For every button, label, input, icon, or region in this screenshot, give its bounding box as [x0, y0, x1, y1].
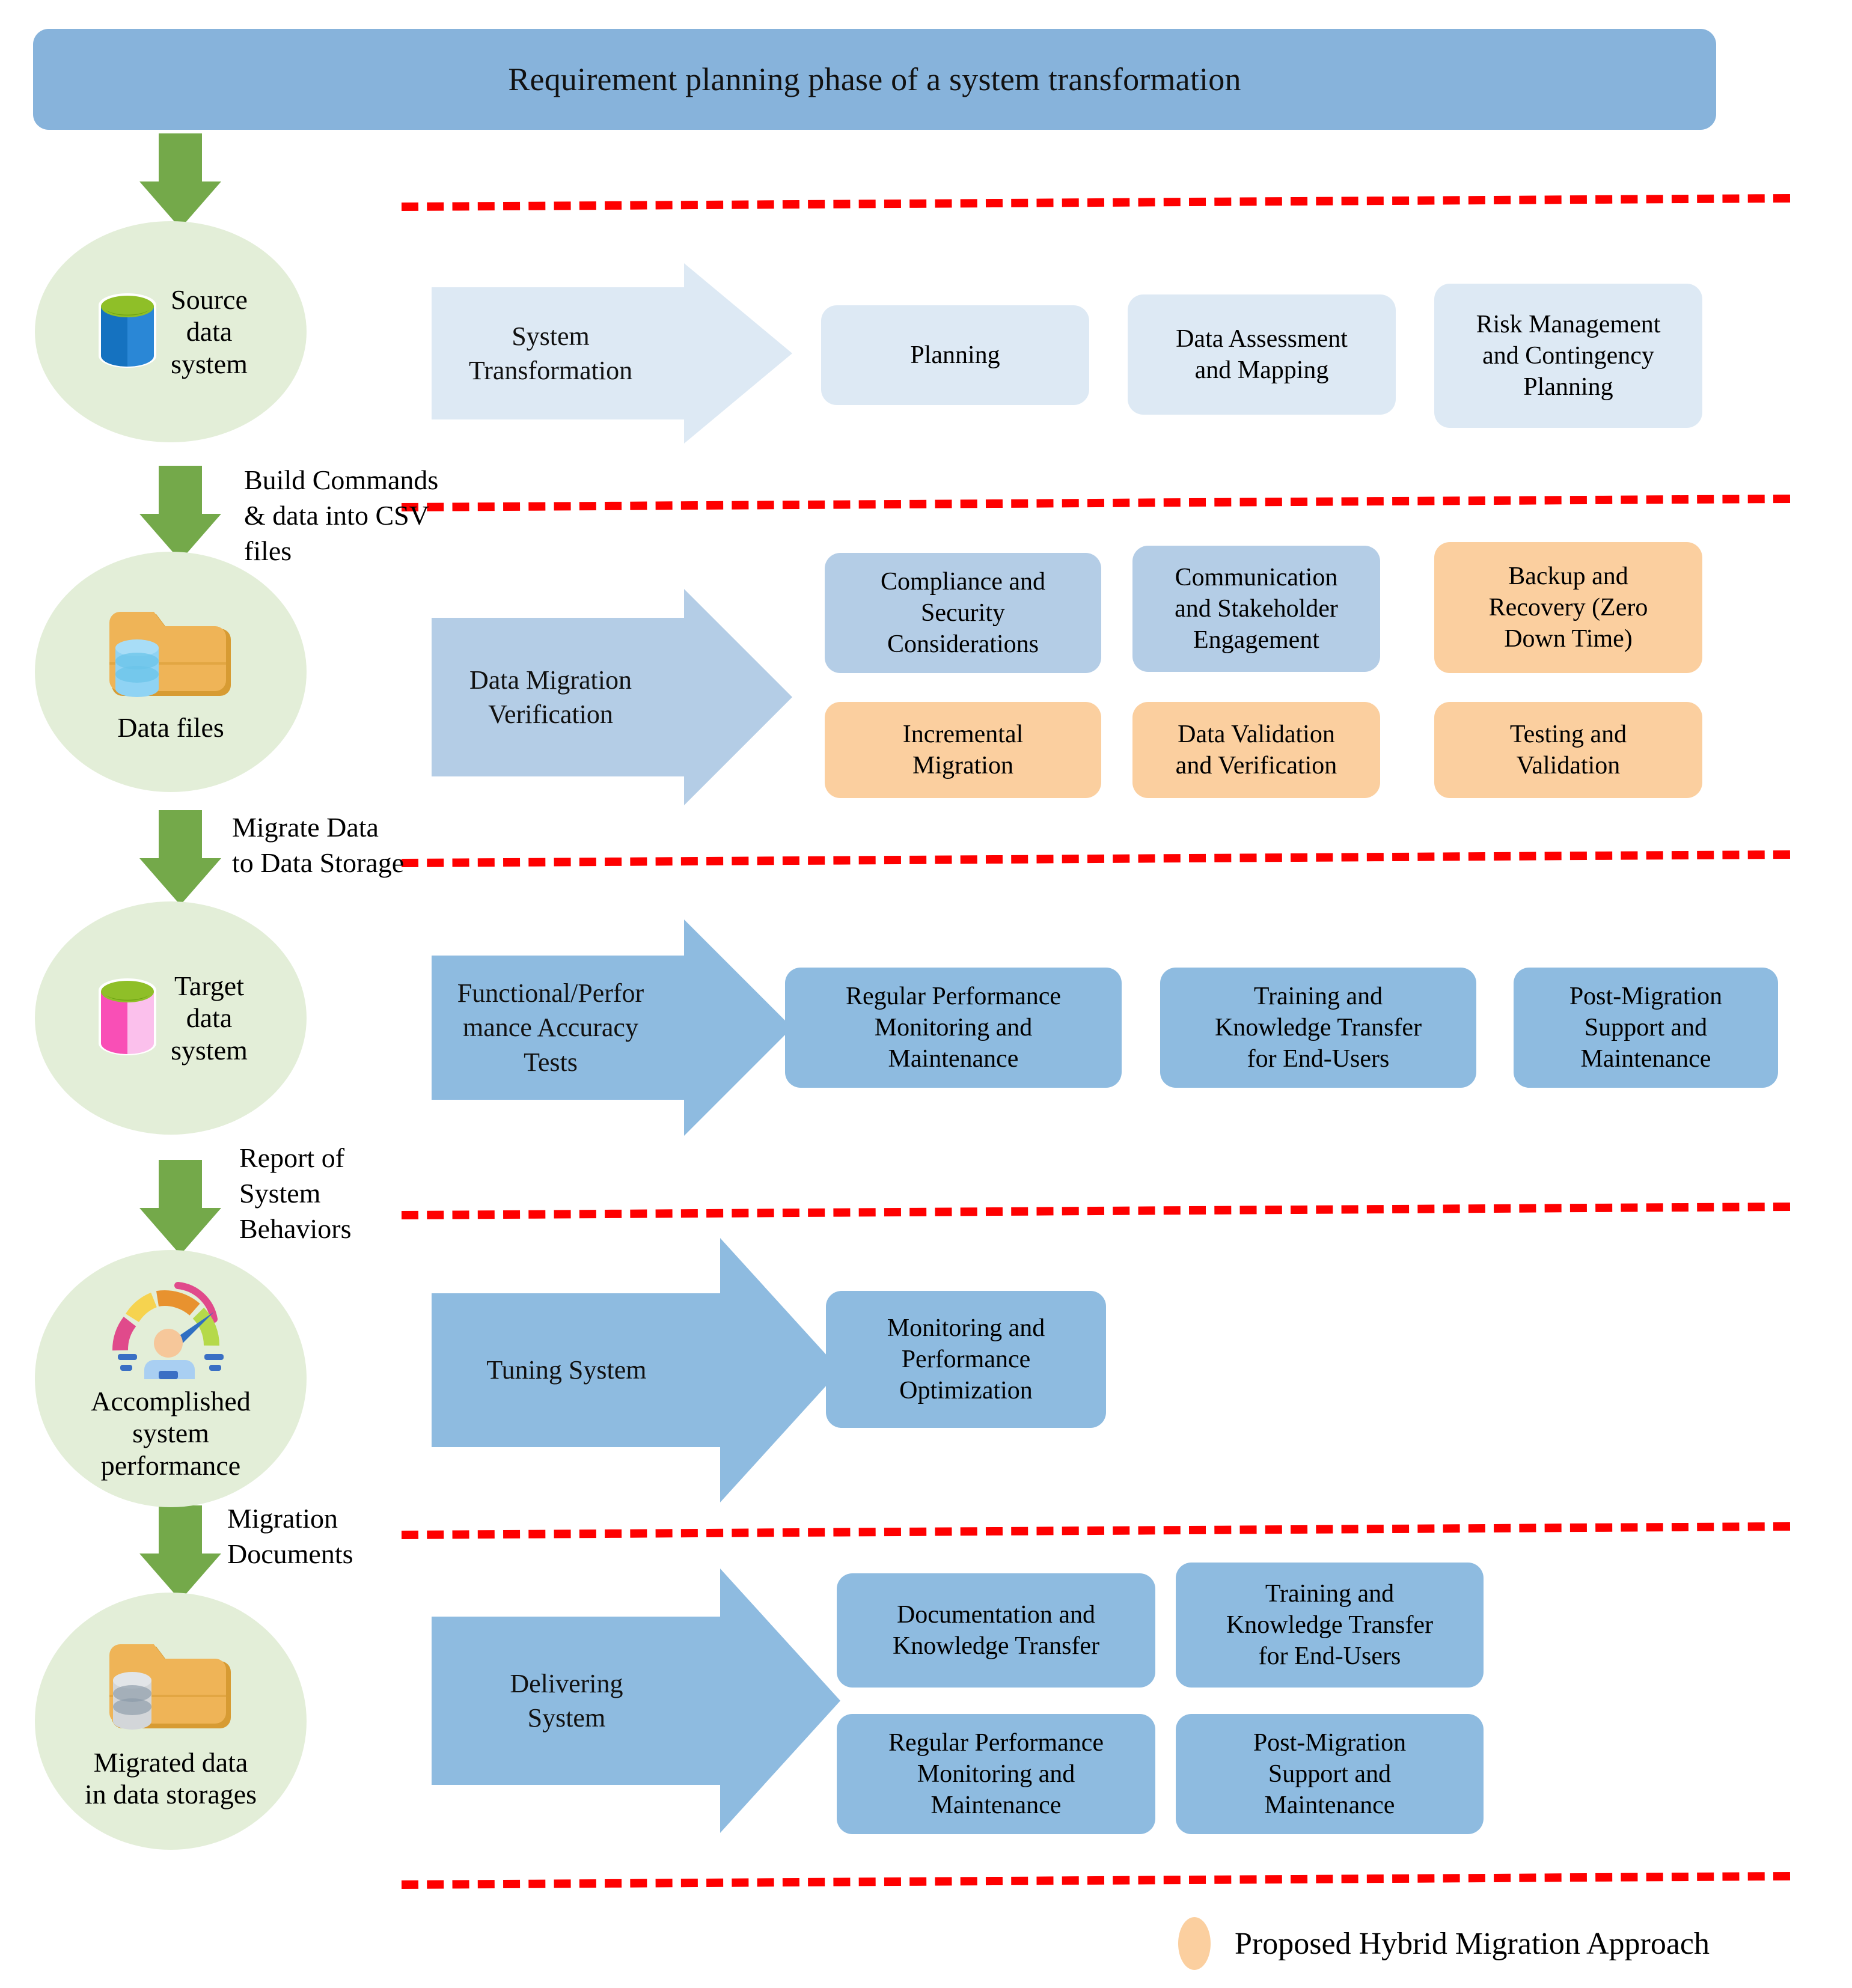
legend-label: Proposed Hybrid Migration Approach	[1235, 1926, 1710, 1961]
step-card[interactable]: Backup and Recovery (Zero Down Time)	[1434, 542, 1702, 673]
legend-swatch-hybrid-approach	[1178, 1917, 1211, 1970]
step-card[interactable]: Training and Knowledge Transfer for End-…	[1176, 1563, 1484, 1688]
step-card[interactable]: Risk Management and Contingency Planning	[1434, 284, 1702, 428]
step-card-label: Post-Migration Support and Maintenance	[1253, 1728, 1407, 1820]
step-card-label: Training and Knowledge Transfer for End-…	[1214, 982, 1422, 1073]
node-label: Migrated data in data storages	[84, 1746, 257, 1810]
phase-arrow-data-migration-verification[interactable]: Data Migration Verification	[432, 589, 792, 805]
legend: Proposed Hybrid Migration Approach	[1178, 1917, 1710, 1970]
step-card-label: Data Validation and Verification	[1175, 720, 1337, 779]
step-card-label: Backup and Recovery (Zero Down Time)	[1488, 562, 1648, 653]
step-card[interactable]: Planning	[821, 305, 1089, 405]
step-card[interactable]: Monitoring and Performance Optimization	[826, 1291, 1106, 1428]
step-card-label: Testing and Validation	[1509, 720, 1627, 779]
flow-arrow-down-4	[132, 1160, 228, 1255]
step-card[interactable]: Incremental Migration	[825, 702, 1101, 798]
flow-arrow-down-3	[132, 810, 228, 905]
node-target-data-system[interactable]: Target data system	[35, 901, 307, 1135]
edge-label-migrate-data: Migrate Data to Data Storage	[232, 812, 405, 878]
step-card[interactable]: Regular Performance Monitoring and Maint…	[785, 968, 1122, 1088]
step-card-label: Communication and Stakeholder Engagement	[1175, 563, 1338, 654]
step-card-label: Regular Performance Monitoring and Maint…	[845, 982, 1061, 1073]
phase-arrow-delivering-system[interactable]: Delivering System	[432, 1569, 840, 1833]
step-card-label: Documentation and Knowledge Transfer	[892, 1600, 1100, 1660]
node-data-files[interactable]: Data files	[35, 552, 307, 792]
step-card-label: Post-Migration Support and Maintenance	[1569, 982, 1723, 1073]
edge-label-report-of-system-behaviors: Report of System Behaviors	[239, 1142, 352, 1244]
step-card[interactable]: Regular Performance Monitoring and Maint…	[837, 1714, 1155, 1834]
node-label: Source data system	[171, 284, 248, 379]
step-card-label: Incremental Migration	[902, 720, 1024, 779]
phase-arrow-label: System Transformation	[468, 321, 633, 385]
step-card-label: Training and Knowledge Transfer for End-…	[1226, 1579, 1434, 1671]
phase-separator-5	[401, 1522, 1791, 1540]
step-card[interactable]: Data Validation and Verification	[1132, 702, 1380, 798]
step-card[interactable]: Post-Migration Support and Maintenance	[1176, 1714, 1484, 1834]
phase-separator-1	[401, 194, 1791, 212]
flow-arrow-down-5	[132, 1505, 228, 1600]
database-cylinder-blue-icon	[94, 291, 161, 373]
flow-arrow-down-2	[132, 466, 228, 561]
node-label: Data files	[117, 712, 224, 743]
performance-gauge-icon	[103, 1276, 238, 1379]
phase-separator-4	[401, 1202, 1791, 1220]
flow-arrow-down-1	[132, 133, 228, 228]
step-card-label: Risk Management and Contingency Planning	[1476, 310, 1661, 401]
node-label: Target data system	[171, 970, 248, 1066]
node-source-data-system[interactable]: Source data system	[35, 221, 307, 442]
step-card-label: Regular Performance Monitoring and Maint…	[888, 1728, 1104, 1820]
phase-arrow-functional-performance-accuracy-tests[interactable]: Functional/Perfor mance Accuracy Tests	[432, 919, 792, 1136]
step-card-label: Compliance and Security Considerations	[880, 567, 1046, 659]
folder-with-database-grey-icon	[103, 1632, 238, 1736]
step-card-label: Data Assessment and Mapping	[1176, 325, 1348, 384]
step-card[interactable]: Testing and Validation	[1434, 702, 1702, 798]
step-card[interactable]: Documentation and Knowledge Transfer	[837, 1573, 1155, 1688]
step-card[interactable]: Training and Knowledge Transfer for End-…	[1160, 968, 1476, 1088]
step-card[interactable]: Data Assessment and Mapping	[1128, 294, 1396, 415]
node-accomplished-system-performance[interactable]: Accomplished system performance	[35, 1250, 307, 1507]
phase-separator-6	[401, 1871, 1791, 1889]
database-cylinder-pink-icon	[94, 976, 161, 1060]
step-card-label: Planning	[910, 341, 1000, 369]
edge-label-build-commands: Build Commands & data into CSV files	[244, 465, 439, 566]
step-card[interactable]: Communication and Stakeholder Engagement	[1132, 546, 1380, 672]
phase-arrow-system-transformation[interactable]: System Transformation	[432, 263, 792, 444]
phase-arrow-label: Tuning System	[486, 1355, 647, 1385]
phase-separator-3	[401, 850, 1791, 868]
node-label: Accomplished system performance	[91, 1385, 251, 1481]
page-title: Requirement planning phase of a system t…	[508, 61, 1241, 97]
phase-arrow-tuning-system[interactable]: Tuning System	[432, 1238, 840, 1502]
phase-arrow-label: Functional/Perfor mance Accuracy Tests	[457, 978, 644, 1077]
edge-label-migration-documents: Migration Documents	[227, 1503, 353, 1569]
folder-with-database-blue-icon	[103, 600, 238, 703]
step-card-label: Monitoring and Performance Optimization	[887, 1314, 1045, 1405]
step-card[interactable]: Post-Migration Support and Maintenance	[1514, 968, 1778, 1088]
title-banner: Requirement planning phase of a system t…	[33, 29, 1716, 130]
phase-arrow-label: Delivering System	[510, 1668, 623, 1733]
step-card[interactable]: Compliance and Security Considerations	[825, 553, 1101, 673]
diagram-canvas: Requirement planning phase of a system t…	[0, 0, 1852, 1988]
phase-arrow-label: Data Migration Verification	[469, 665, 632, 729]
node-migrated-data[interactable]: Migrated data in data storages	[35, 1593, 307, 1850]
phase-separator-2	[401, 494, 1791, 512]
